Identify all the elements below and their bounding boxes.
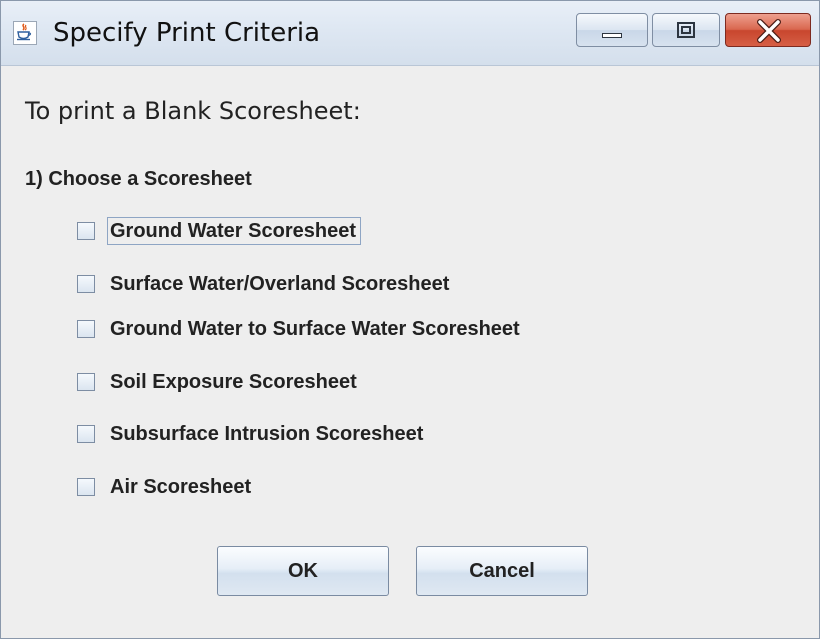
option-label[interactable]: Subsurface Intrusion Scoresheet (107, 420, 428, 448)
checkbox[interactable] (77, 275, 95, 293)
checkbox[interactable] (77, 478, 95, 496)
option-ground-water[interactable]: Ground Water Scoresheet (77, 216, 361, 246)
option-label[interactable]: Ground Water to Surface Water Scoresheet (107, 315, 525, 343)
cancel-button[interactable]: Cancel (416, 546, 588, 596)
option-label[interactable]: Ground Water Scoresheet (107, 217, 361, 245)
checkbox[interactable] (77, 425, 95, 443)
window-title: Specify Print Criteria (53, 18, 321, 48)
option-label[interactable]: Air Scoresheet (107, 473, 256, 501)
option-label[interactable]: Surface Water/Overland Scoresheet (107, 270, 454, 298)
dialog-content: To print a Blank Scoresheet: 1) Choose a… (1, 66, 819, 638)
option-ground-to-surface-water[interactable]: Ground Water to Surface Water Scoresheet (77, 314, 525, 344)
dialog-heading: To print a Blank Scoresheet: (25, 97, 361, 125)
option-subsurface-intrusion[interactable]: Subsurface Intrusion Scoresheet (77, 419, 428, 449)
option-air[interactable]: Air Scoresheet (77, 472, 256, 502)
checkbox[interactable] (77, 373, 95, 391)
java-cup-icon (13, 21, 37, 45)
maximize-icon (677, 22, 695, 38)
minimize-icon (602, 33, 622, 38)
maximize-button[interactable] (652, 13, 720, 47)
checkbox[interactable] (77, 320, 95, 338)
option-label[interactable]: Soil Exposure Scoresheet (107, 368, 362, 396)
title-bar[interactable]: Specify Print Criteria (1, 1, 819, 66)
checkbox[interactable] (77, 222, 95, 240)
close-icon (757, 19, 781, 43)
ok-button[interactable]: OK (217, 546, 389, 596)
option-surface-water-overland[interactable]: Surface Water/Overland Scoresheet (77, 269, 454, 299)
dialog-window: Specify Print Criteria To print a Blank … (0, 0, 820, 639)
close-button[interactable] (725, 13, 811, 47)
minimize-button[interactable] (576, 13, 648, 47)
step-label: 1) Choose a Scoresheet (25, 168, 252, 190)
option-soil-exposure[interactable]: Soil Exposure Scoresheet (77, 367, 362, 397)
